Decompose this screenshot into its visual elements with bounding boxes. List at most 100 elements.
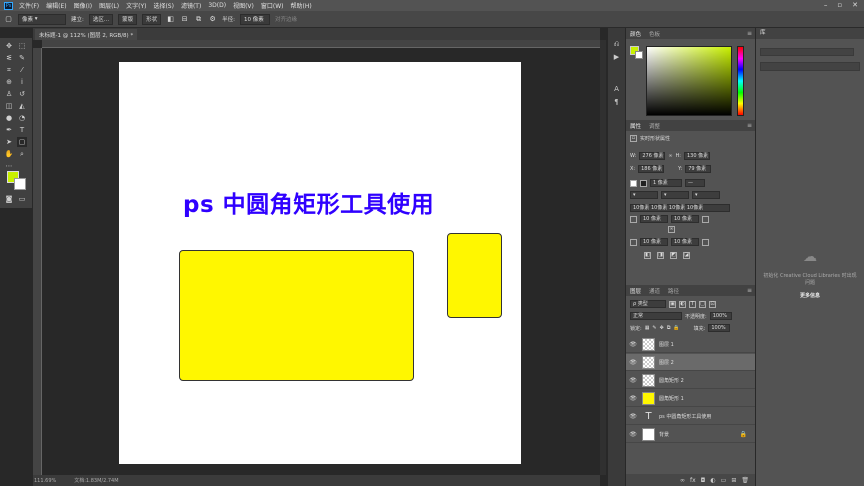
panel-menu-icon[interactable]: ≡ xyxy=(747,287,752,294)
library-search-input[interactable] xyxy=(760,62,860,71)
visibility-eye-icon[interactable]: 👁 xyxy=(626,359,640,366)
blend-mode-select[interactable]: 正常 xyxy=(630,312,682,320)
hand-tool-icon[interactable]: ✋ xyxy=(4,149,14,159)
history-brush-tool-icon[interactable]: ↺ xyxy=(17,89,27,99)
panel-menu-icon[interactable]: ≡ xyxy=(747,122,752,129)
tab-libraries[interactable]: 库 xyxy=(756,28,864,39)
type-tool-icon[interactable]: T xyxy=(17,125,27,135)
filter-shape-icon[interactable]: ▢ xyxy=(699,300,706,308)
layer-row[interactable]: 👁 圆角矩形 1 xyxy=(626,390,755,407)
character-icon[interactable]: A xyxy=(612,85,621,94)
menu-select[interactable]: 选择(S) xyxy=(153,1,174,10)
crop-tool-icon[interactable]: ⌗ xyxy=(4,65,14,75)
add-mask-icon[interactable]: ◘ xyxy=(701,477,706,484)
blur-tool-icon[interactable]: ● xyxy=(4,113,14,123)
marquee-tool-icon[interactable]: ⬚ xyxy=(17,41,27,51)
gear-icon[interactable]: ⚙ xyxy=(208,15,217,24)
eyedropper-tool-icon[interactable]: ⁄ xyxy=(17,65,27,75)
rounded-rect-tool-icon[interactable]: ▢ xyxy=(4,15,13,24)
panel-menu-icon[interactable]: ≡ xyxy=(747,30,752,37)
intersect-shape-icon[interactable]: ◩ xyxy=(670,252,677,259)
stroke-width-input[interactable]: 1 像素 xyxy=(650,179,682,187)
layer-row[interactable]: 👁 图层 1 xyxy=(626,336,755,353)
library-select[interactable] xyxy=(760,48,854,56)
brush-tool-icon[interactable]: ⅰ xyxy=(17,77,27,87)
combine-shapes-icon[interactable]: ◧ xyxy=(644,252,651,259)
maximize-icon[interactable]: ▫ xyxy=(837,1,842,9)
move-tool-icon[interactable]: ✥ xyxy=(4,41,14,51)
adjustment-layer-icon[interactable]: ◐ xyxy=(710,477,715,484)
menu-edit[interactable]: 编辑(E) xyxy=(46,1,66,10)
mask-button[interactable]: 蒙版 xyxy=(118,13,138,25)
tab-color[interactable]: 颜色 xyxy=(630,30,641,38)
screen-mode-icon[interactable]: ▭ xyxy=(17,194,27,204)
new-layer-icon[interactable]: ⊞ xyxy=(731,477,736,484)
zoom-tool-icon[interactable]: ⌕ xyxy=(17,149,27,159)
color-picker-field[interactable] xyxy=(646,46,732,116)
rounded-rectangle-2[interactable] xyxy=(447,233,502,318)
shape-mode-select[interactable]: 像素 ▾ xyxy=(18,13,66,25)
corner-radius-all[interactable]: 10像素 10像素 10像素 10像素 xyxy=(630,204,730,212)
canvas-heading-text[interactable]: ps 中圆角矩形工具使用 xyxy=(183,185,434,219)
rounded-rectangle-tool-icon[interactable]: ▢ xyxy=(17,137,27,147)
menu-help[interactable]: 帮助(H) xyxy=(291,1,312,10)
lock-icon[interactable]: 🔒 xyxy=(740,431,747,438)
layer-row[interactable]: 👁 圆角矩形 2 xyxy=(626,372,755,389)
dodge-tool-icon[interactable]: ◔ xyxy=(17,113,27,123)
menu-3d[interactable]: 3D(D) xyxy=(208,2,226,9)
corner-bl-input[interactable]: 10 像素 xyxy=(640,238,668,246)
menu-window[interactable]: 窗口(W) xyxy=(261,1,284,10)
y-input[interactable]: 79 像素 xyxy=(685,165,712,173)
pen-tool-icon[interactable]: ✒ xyxy=(4,125,14,135)
stroke-caps-select[interactable]: ▾ xyxy=(661,191,689,199)
fx-icon[interactable]: fx xyxy=(690,477,696,484)
menu-layer[interactable]: 图层(L) xyxy=(99,1,119,10)
exclude-shape-icon[interactable]: ◪ xyxy=(683,252,690,259)
lasso-tool-icon[interactable]: ᓬ xyxy=(4,53,14,63)
background-color-swatch[interactable] xyxy=(14,178,26,190)
menu-file[interactable]: 文件(F) xyxy=(19,1,39,10)
corner-link-icon[interactable]: ∞ xyxy=(668,226,675,233)
filter-smart-icon[interactable]: ⊡ xyxy=(709,300,716,308)
shape-button[interactable]: 形状 xyxy=(142,13,162,25)
history-icon[interactable]: ⎌ xyxy=(612,40,621,49)
stroke-align-select[interactable]: ▾ xyxy=(630,191,658,199)
vertical-scrollbar[interactable] xyxy=(600,40,606,475)
visibility-eye-icon[interactable]: 👁 xyxy=(626,413,640,420)
menu-filter[interactable]: 滤镜(T) xyxy=(181,1,201,10)
new-group-icon[interactable]: ▭ xyxy=(721,477,727,484)
rounded-rectangle-1[interactable] xyxy=(179,250,414,381)
link-layers-icon[interactable]: ∞ xyxy=(680,477,685,484)
layer-kind-filter[interactable]: ρ 类型 xyxy=(630,300,666,308)
visibility-eye-icon[interactable]: 👁 xyxy=(626,341,640,348)
path-align-icon[interactable]: ⊟ xyxy=(180,15,189,24)
x-input[interactable]: 186 像素 xyxy=(638,165,665,173)
paragraph-icon[interactable]: ¶ xyxy=(612,98,621,107)
visibility-eye-icon[interactable]: 👁 xyxy=(626,395,640,402)
lock-paint-icon[interactable]: ✎ xyxy=(652,325,656,331)
lock-pixels-icon[interactable]: ▦ xyxy=(645,325,650,331)
align-edges-checkbox[interactable]: 对齐边缘 xyxy=(275,15,297,23)
zoom-level[interactable]: 111.69% xyxy=(34,478,56,484)
actions-icon[interactable]: ▶ xyxy=(612,53,621,62)
tab-adjustments[interactable]: 调整 xyxy=(649,122,660,130)
corner-tr-input[interactable]: 10 像素 xyxy=(671,215,699,223)
eraser-tool-icon[interactable]: ◫ xyxy=(4,101,14,111)
subtract-shape-icon[interactable]: ◨ xyxy=(657,252,664,259)
link-icon[interactable]: ∞ xyxy=(668,153,672,159)
layer-row[interactable]: 👁 背景 🔒 xyxy=(626,426,755,443)
tab-channels[interactable]: 通道 xyxy=(649,287,660,295)
visibility-eye-icon[interactable]: 👁 xyxy=(626,377,640,384)
panel-background-swatch[interactable] xyxy=(635,51,643,59)
tab-layers[interactable]: 图层 xyxy=(630,287,641,295)
menu-type[interactable]: 文字(Y) xyxy=(126,1,146,10)
corner-br-input[interactable]: 10 像素 xyxy=(671,238,699,246)
stroke-swatch[interactable] xyxy=(640,179,647,187)
fill-input[interactable]: 100% xyxy=(708,324,731,332)
minimize-icon[interactable]: – xyxy=(824,1,828,9)
tab-swatches[interactable]: 色板 xyxy=(649,30,660,38)
healing-tool-icon[interactable]: ⊕ xyxy=(4,77,14,87)
filter-pixel-icon[interactable]: ▣ xyxy=(669,300,676,308)
corner-tl-input[interactable]: 10 像素 xyxy=(640,215,668,223)
stroke-type-select[interactable]: — xyxy=(685,179,705,187)
